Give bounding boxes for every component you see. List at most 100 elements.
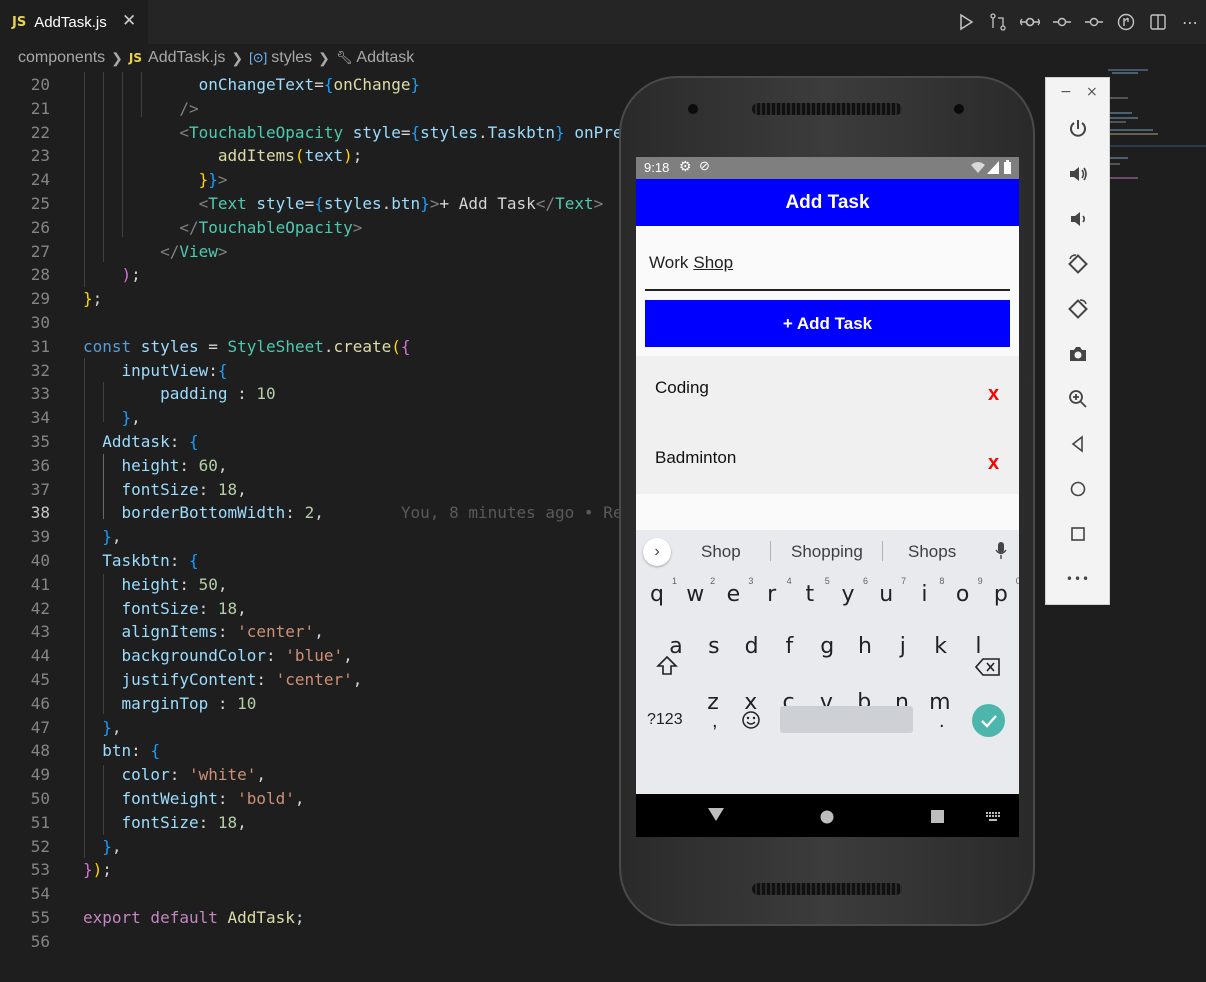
- line-number: 44: [30, 646, 50, 666]
- run-icon[interactable]: [950, 0, 982, 44]
- back-icon[interactable]: [1063, 429, 1093, 459]
- line-number: 22: [30, 122, 50, 142]
- microphone-icon[interactable]: [995, 542, 1007, 560]
- volume-up-icon[interactable]: [1063, 159, 1093, 189]
- settings-icon: ⚙: [679, 158, 692, 174]
- delete-task-button[interactable]: x: [988, 452, 999, 475]
- status-bar: 9:18 ⚙ ⊘: [636, 157, 1019, 179]
- spacebar[interactable]: [780, 706, 913, 733]
- line-number: 30: [30, 313, 50, 332]
- code-text: };: [83, 289, 103, 309]
- code-text: </TouchableOpacity>: [179, 217, 363, 237]
- line-number: 35: [30, 432, 50, 451]
- code-text: fontSize: 18,: [121, 598, 247, 618]
- more-icon[interactable]: •••: [1063, 564, 1093, 594]
- close-icon[interactable]: ✕: [122, 11, 136, 31]
- code-text: height: 50,: [121, 574, 228, 594]
- code-text: color: 'white',: [121, 765, 267, 785]
- line-number: 33: [30, 384, 50, 404]
- camera-icon[interactable]: [1063, 339, 1093, 369]
- code-text: justifyContent: 'center',: [121, 670, 363, 689]
- key-k[interactable]: k: [923, 634, 959, 659]
- key-hint: 0: [1015, 576, 1019, 586]
- code-text: fontSize: 18,: [121, 812, 247, 832]
- nav-back-icon[interactable]: [708, 808, 724, 822]
- js-file-icon: JS: [12, 14, 27, 30]
- variable-icon: [⊙]: [249, 50, 268, 65]
- key-j[interactable]: j: [885, 634, 921, 659]
- emoji-icon[interactable]: [741, 710, 761, 730]
- line-number: 26: [30, 217, 50, 237]
- key-l[interactable]: l: [960, 634, 996, 659]
- key-f[interactable]: f: [771, 634, 807, 659]
- code-line[interactable]: 56: [0, 930, 1206, 954]
- breadcrumb-symbol-addtask[interactable]: Addtask: [356, 49, 414, 67]
- nav-recents-icon[interactable]: [931, 810, 944, 823]
- minimap[interactable]: [1108, 68, 1206, 188]
- expand-suggestions-icon[interactable]: ›: [643, 538, 671, 566]
- sync-icon: ⊘: [699, 158, 710, 173]
- git-previous-icon[interactable]: [1046, 0, 1078, 44]
- breadcrumb-folder[interactable]: components: [18, 49, 105, 67]
- symbols-key[interactable]: ?123: [647, 711, 683, 729]
- chevron-right-icon: ❯: [111, 49, 123, 66]
- line-number: 40: [30, 551, 50, 570]
- close-button[interactable]: ×: [1086, 84, 1098, 100]
- line-number: 29: [30, 289, 50, 309]
- wifi-icon: [971, 162, 985, 173]
- rotate-right-icon[interactable]: [1063, 294, 1093, 324]
- key-g[interactable]: g: [809, 634, 845, 659]
- tab-addtask-js[interactable]: JS AddTask.js ✕: [0, 0, 148, 44]
- git-commit-icon[interactable]: [1014, 0, 1046, 44]
- code-text: padding : 10: [160, 384, 276, 404]
- compare-changes-icon[interactable]: [982, 0, 1014, 44]
- nav-keyboard-icon[interactable]: [986, 812, 1001, 822]
- comma-key[interactable]: ,: [712, 710, 718, 733]
- breadcrumb-file[interactable]: AddTask.js: [148, 49, 225, 67]
- delete-task-button[interactable]: x: [988, 383, 999, 406]
- line-number: 37: [30, 479, 50, 499]
- code-text: </View>: [160, 241, 228, 261]
- period-key[interactable]: .: [939, 710, 945, 733]
- overview-icon[interactable]: [1063, 519, 1093, 549]
- nav-home-icon[interactable]: [820, 810, 834, 824]
- suggestion-word[interactable]: Shopping: [791, 542, 863, 562]
- zoom-icon[interactable]: [1063, 384, 1093, 414]
- key-h[interactable]: h: [847, 634, 883, 659]
- line-number: 34: [30, 408, 50, 428]
- breadcrumb: components ❯ JS AddTask.js ❯ [⊙] styles …: [0, 44, 1206, 72]
- key-d[interactable]: d: [734, 634, 770, 659]
- line-number: 36: [30, 455, 50, 475]
- home-icon[interactable]: [1063, 474, 1093, 504]
- git-next-icon[interactable]: [1078, 0, 1110, 44]
- more-actions-icon[interactable]: ⋯: [1174, 0, 1206, 44]
- line-number: 49: [30, 765, 50, 785]
- key-hint: 3: [748, 576, 754, 586]
- phone-speaker-top: [752, 103, 902, 115]
- shift-icon[interactable]: [655, 654, 679, 678]
- breadcrumb-symbol-styles[interactable]: styles: [271, 49, 312, 67]
- volume-down-icon[interactable]: [1063, 204, 1093, 234]
- phone-sensor: [954, 104, 964, 114]
- line-number: 51: [30, 812, 50, 832]
- add-task-button[interactable]: + Add Task: [645, 300, 1010, 347]
- power-icon[interactable]: [1063, 114, 1093, 144]
- suggestion-word[interactable]: Shop: [701, 542, 741, 562]
- line-number: 50: [30, 789, 50, 808]
- rotate-left-icon[interactable]: [1063, 249, 1093, 279]
- code-line[interactable]: 55 export default AddTask;: [0, 906, 1206, 930]
- key-s[interactable]: s: [696, 634, 732, 659]
- open-changes-icon[interactable]: [1110, 0, 1142, 44]
- line-number: 42: [30, 598, 50, 618]
- code-line[interactable]: 20 onChangeText={onChange}: [0, 73, 1206, 97]
- suggestion-word[interactable]: Shops: [908, 542, 956, 562]
- code-text: },: [102, 527, 122, 547]
- code-text: backgroundColor: 'blue',: [121, 646, 353, 666]
- js-file-icon: JS: [128, 51, 143, 65]
- backspace-icon[interactable]: [975, 657, 1001, 677]
- enter-key[interactable]: [972, 704, 1005, 737]
- split-editor-icon[interactable]: [1142, 0, 1174, 44]
- minimize-button[interactable]: −: [1060, 84, 1072, 100]
- code-text: fontWeight: 'bold',: [121, 789, 305, 808]
- task-input[interactable]: Work Shop: [645, 237, 1010, 291]
